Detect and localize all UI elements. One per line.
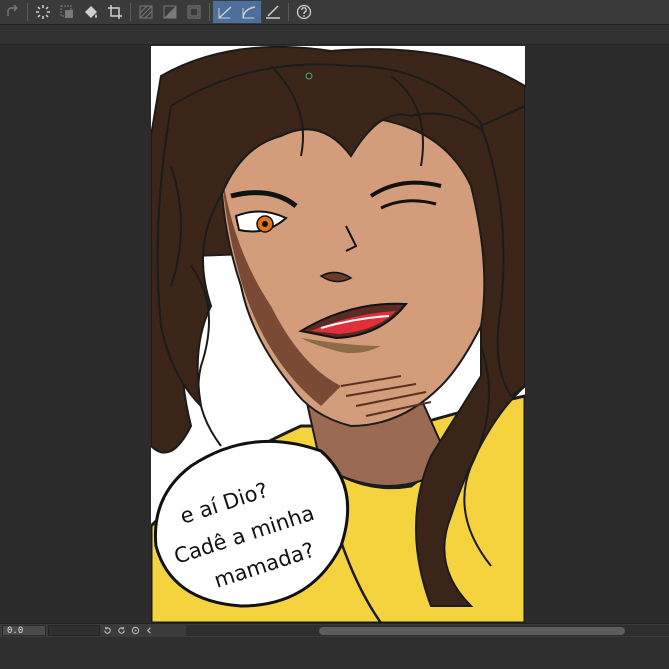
- scrollbar-thumb[interactable]: [319, 627, 625, 635]
- select-all-icon[interactable]: [31, 1, 55, 23]
- reset-rotation-icon[interactable]: [128, 625, 142, 637]
- pen-line-icon[interactable]: [213, 1, 237, 23]
- horizontal-scrollbar[interactable]: [186, 625, 669, 636]
- status-bar: 0.0: [0, 623, 669, 637]
- zoom-slider[interactable]: [48, 625, 100, 636]
- tool-property-bar: [0, 25, 669, 45]
- drawing-canvas[interactable]: e aí Dio? Cadê a minha mamada?: [151, 46, 525, 623]
- curve-icon[interactable]: [237, 1, 261, 23]
- toolbar-divider: [209, 3, 210, 21]
- toolbar-divider: [27, 3, 28, 21]
- select-layer-icon[interactable]: [55, 1, 79, 23]
- rotate-right-icon[interactable]: [114, 625, 128, 637]
- redo-icon[interactable]: [0, 1, 24, 23]
- command-toolbar: [0, 0, 669, 25]
- zoom-input[interactable]: 0.0: [2, 625, 46, 636]
- rotate-left-icon[interactable]: [100, 625, 114, 637]
- tone-icon[interactable]: [134, 1, 158, 23]
- toolbar-divider: [130, 3, 131, 21]
- chevron-left-icon[interactable]: [142, 625, 156, 637]
- ruler-icon[interactable]: [261, 1, 285, 23]
- toolbar-divider: [288, 3, 289, 21]
- illustration: e aí Dio? Cadê a minha mamada?: [151, 46, 525, 623]
- gradient-icon[interactable]: [158, 1, 182, 23]
- frame-icon[interactable]: [182, 1, 206, 23]
- crop-icon[interactable]: [103, 1, 127, 23]
- bottom-panel: [0, 637, 669, 669]
- help-icon[interactable]: [292, 1, 316, 23]
- fill-icon[interactable]: [79, 1, 103, 23]
